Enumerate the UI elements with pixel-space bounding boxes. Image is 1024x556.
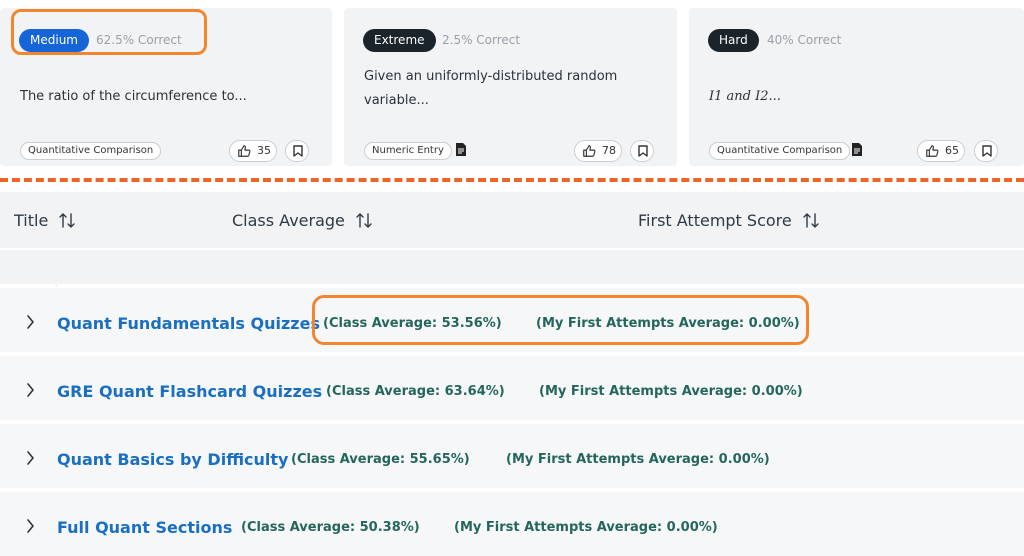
bookmark-icon [638,145,648,157]
table-spacer [0,250,1024,284]
table-header: Title Class Average First Attempt Score [0,192,1024,248]
like-count: 35 [257,144,271,157]
like-count: 65 [945,144,959,157]
bookmark-button[interactable] [974,140,998,162]
question-type-tag: Numeric Entry [364,142,452,160]
document-icon [852,143,862,156]
thumbs-up-icon [238,145,251,157]
group-row[interactable]: Full Quant Sections (Class Average: 50.3… [0,490,1024,556]
class-average-stat: (Class Average: 63.64%) [326,384,505,399]
stats-highlight [312,295,809,345]
difficulty-badge: Hard [708,29,759,52]
first-attempts-stat: (My First Attempts Average: 0.00%) [506,452,770,467]
first-attempts-stat: (My First Attempts Average: 0.00%) [454,520,718,535]
section-divider [0,178,1024,182]
percent-correct: 2.5% Correct [442,33,521,47]
group-title[interactable]: Full Quant Sections [57,518,232,537]
like-button[interactable]: 35 [229,140,277,162]
column-first-attempt-score[interactable]: First Attempt Score [638,211,820,230]
question-preview: The ratio of the circumference to... [20,89,247,104]
difficulty-highlight [11,9,207,55]
column-label: Class Average [232,211,345,230]
question-preview: I1 and I2... [709,89,781,104]
bookmark-icon [293,145,303,157]
column-label: First Attempt Score [638,211,792,230]
like-button[interactable]: 65 [917,140,965,162]
class-average-stat: (Class Average: 50.38%) [241,520,420,535]
document-icon [456,143,466,156]
question-preview-line: variable... [364,93,429,108]
first-attempts-stat: (My First Attempts Average: 0.00%) [539,384,803,399]
question-type-tag: Quantitative Comparison [709,142,851,160]
group-title[interactable]: GRE Quant Flashcard Quizzes [57,382,322,401]
chevron-right-icon[interactable] [26,383,35,397]
question-preview: Given an uniformly-distributed random va… [364,65,617,113]
like-button[interactable]: 78 [574,140,622,162]
bookmark-icon [982,145,992,157]
bookmark-button[interactable] [630,140,654,162]
sort-icon[interactable] [803,212,820,229]
question-preview-line: Given an uniformly-distributed random [364,69,618,84]
question-card[interactable]: Hard 40% Correct I1 and I2... Quantitati… [689,8,1024,166]
question-type-tag: Quantitative Comparison [20,142,162,160]
group-row[interactable]: Quant Basics by Difficulty (Class Averag… [0,422,1024,488]
sort-icon[interactable] [59,212,76,229]
percent-correct: 40% Correct [767,33,842,47]
question-card[interactable]: Extreme 2.5% Correct Given an uniformly-… [344,8,677,166]
column-class-average[interactable]: Class Average [232,211,373,230]
chevron-right-icon[interactable] [26,451,35,465]
group-title[interactable]: Quant Fundamentals Quizzes [57,314,320,333]
column-title[interactable]: Title [14,211,76,230]
thumbs-up-icon [583,145,596,157]
chevron-right-icon[interactable] [26,519,35,533]
bookmark-button[interactable] [285,140,309,162]
thumbs-up-icon [926,145,939,157]
difficulty-badge: Extreme [363,29,436,52]
group-row[interactable]: GRE Quant Flashcard Quizzes (Class Avera… [0,354,1024,420]
chevron-right-icon[interactable] [26,315,35,329]
group-title[interactable]: Quant Basics by Difficulty [57,450,288,469]
sort-icon[interactable] [356,212,373,229]
class-average-stat: (Class Average: 55.65%) [291,452,470,467]
like-count: 78 [602,144,616,157]
column-label: Title [14,211,49,230]
